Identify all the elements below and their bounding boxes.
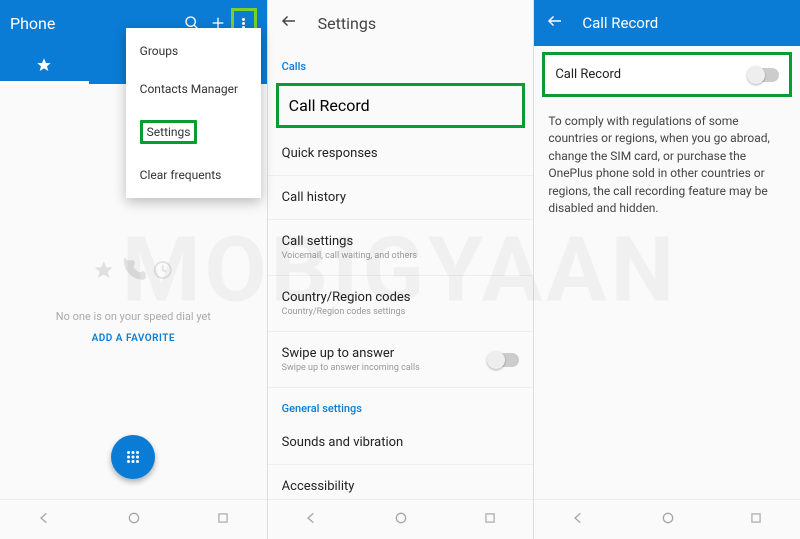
settings-header: Settings <box>268 0 534 46</box>
menu-item-clear-frequents[interactable]: Clear frequents <box>126 156 261 194</box>
row-country-codes-sub: Country/Region codes settings <box>282 307 520 317</box>
row-quick-responses-label: Quick responses <box>282 146 520 161</box>
panel-settings: Settings Calls Call Record Quick respons… <box>267 0 534 539</box>
dialpad-fab[interactable] <box>111 435 155 479</box>
row-call-history[interactable]: Call history <box>268 176 534 220</box>
call-record-header: Call Record <box>534 0 800 46</box>
row-call-settings[interactable]: Call settings Voicemail, call waiting, a… <box>268 220 534 276</box>
call-record-title: Call Record <box>582 14 658 32</box>
row-swipe-answer-sub: Swipe up to answer incoming calls <box>282 363 490 373</box>
panel-call-record: Call Record Call Record To comply with r… <box>533 0 800 539</box>
settings-list: Calls Call Record Quick responses Call h… <box>268 46 534 499</box>
back-icon[interactable] <box>280 12 298 34</box>
row-accessibility[interactable]: Accessibility <box>268 465 534 499</box>
section-general: General settings <box>268 388 534 421</box>
nav-home-icon[interactable] <box>660 510 676 530</box>
speed-dial-empty-icon <box>93 240 173 300</box>
android-navbar <box>534 499 800 539</box>
row-swipe-answer-label: Swipe up to answer <box>282 346 490 361</box>
row-swipe-answer[interactable]: Swipe up to answer Swipe up to answer in… <box>268 332 534 388</box>
add-favorite-link[interactable]: ADD A FAVORITE <box>92 333 175 344</box>
row-accessibility-label: Accessibility <box>282 479 520 494</box>
row-call-record[interactable]: Call Record <box>276 83 526 128</box>
back-icon[interactable] <box>546 12 564 34</box>
nav-recents-icon[interactable] <box>216 510 230 529</box>
menu-item-contacts-manager[interactable]: Contacts Manager <box>126 70 261 108</box>
call-record-toggle-label: Call Record <box>555 67 749 82</box>
nav-back-icon[interactable] <box>37 510 53 530</box>
menu-item-settings[interactable]: Settings <box>126 108 261 156</box>
row-sounds[interactable]: Sounds and vibration <box>268 421 534 465</box>
row-quick-responses[interactable]: Quick responses <box>268 132 534 176</box>
nav-back-icon[interactable] <box>304 510 320 530</box>
nav-recents-icon[interactable] <box>749 510 763 529</box>
nav-recents-icon[interactable] <box>483 510 497 529</box>
swipe-answer-toggle[interactable] <box>489 353 519 367</box>
overflow-menu: Groups Contacts Manager Settings Clear f… <box>126 28 261 198</box>
row-call-settings-sub: Voicemail, call waiting, and others <box>282 251 520 261</box>
call-record-description: To comply with regulations of some count… <box>534 103 800 227</box>
section-calls: Calls <box>268 46 534 79</box>
row-call-history-label: Call history <box>282 190 520 205</box>
menu-item-groups[interactable]: Groups <box>126 32 261 70</box>
tab-favorites[interactable] <box>0 46 89 84</box>
nav-home-icon[interactable] <box>126 510 142 530</box>
nav-home-icon[interactable] <box>393 510 409 530</box>
call-record-toggle-row[interactable]: Call Record <box>542 52 792 97</box>
panel-phone-app: Phone <box>0 0 267 539</box>
settings-title: Settings <box>318 14 376 33</box>
row-country-codes-label: Country/Region codes <box>282 290 520 305</box>
row-country-codes[interactable]: Country/Region codes Country/Region code… <box>268 276 534 332</box>
call-record-toggle[interactable] <box>749 68 779 82</box>
three-panel-layout: Phone <box>0 0 800 539</box>
row-call-settings-label: Call settings <box>282 234 520 249</box>
row-call-record-label: Call Record <box>289 96 513 115</box>
android-navbar <box>268 499 534 539</box>
row-sounds-label: Sounds and vibration <box>282 435 520 450</box>
empty-message: No one is on your speed dial yet <box>56 310 211 323</box>
android-navbar <box>0 499 267 539</box>
nav-back-icon[interactable] <box>571 510 587 530</box>
